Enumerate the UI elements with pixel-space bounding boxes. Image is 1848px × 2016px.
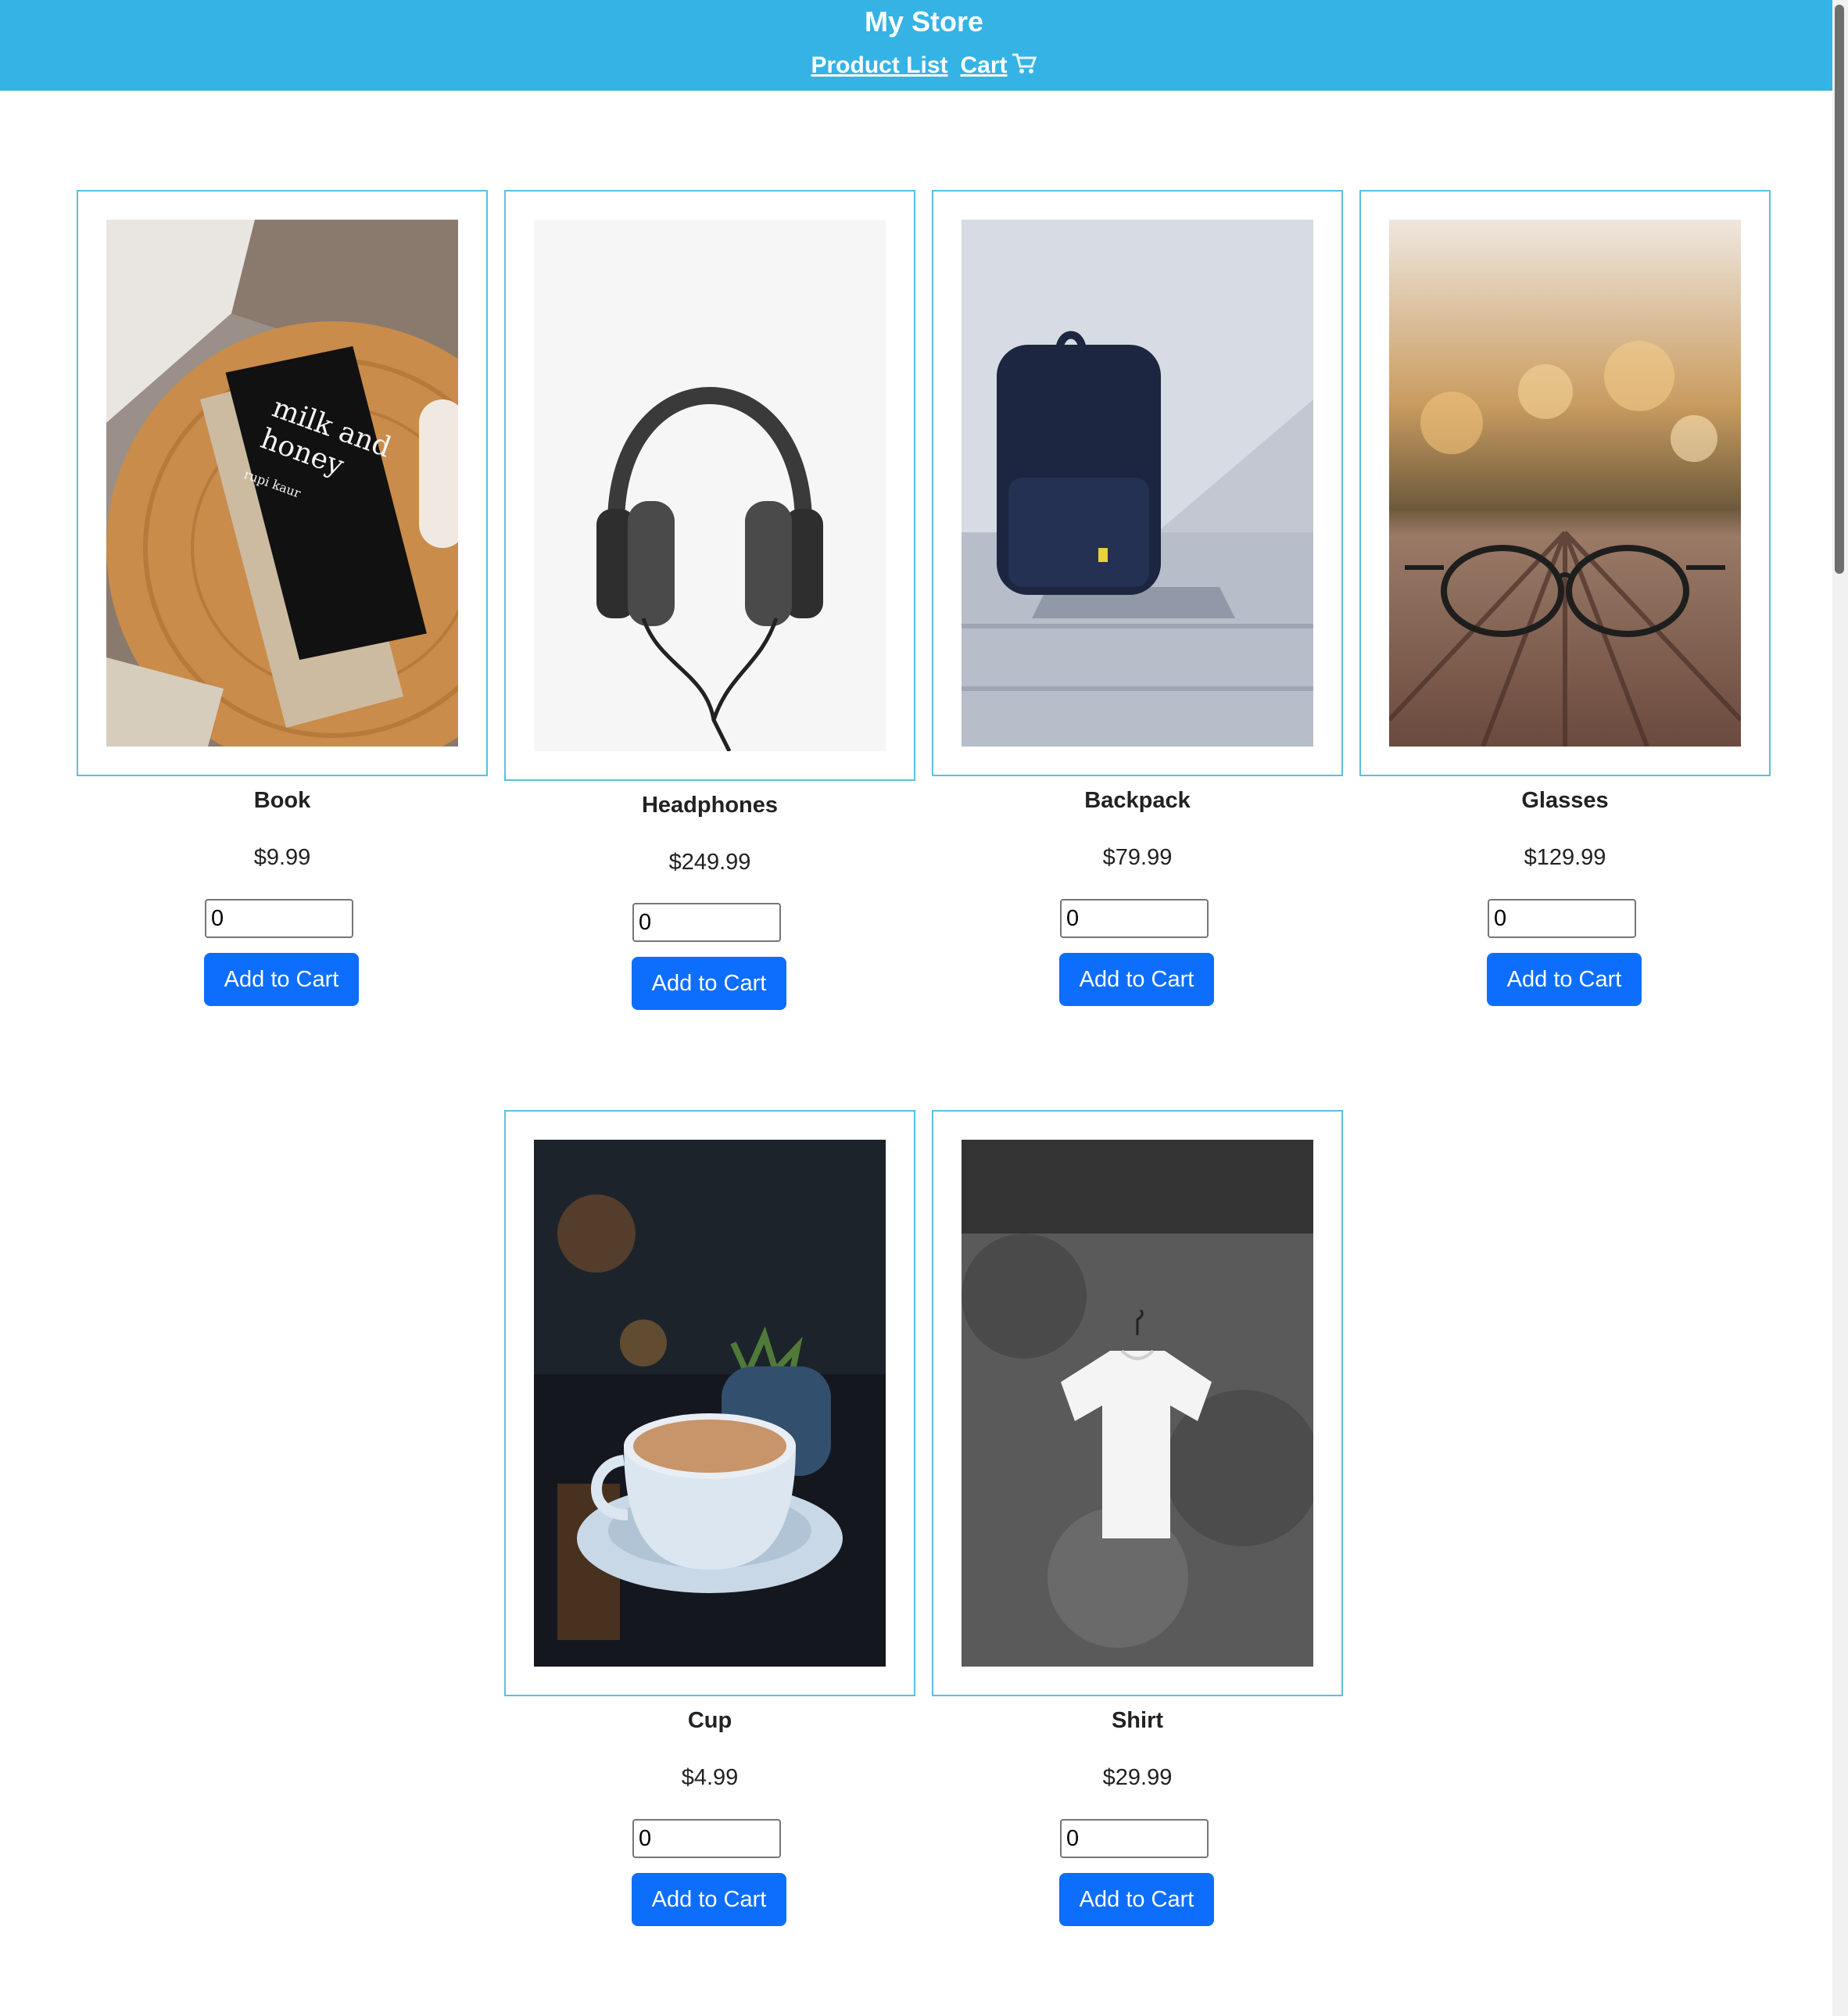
quantity-input[interactable]	[205, 899, 353, 938]
add-to-cart-button[interactable]: Add to Cart	[1059, 953, 1214, 1006]
product-price: $4.99	[681, 1765, 739, 1790]
backpack-photo	[962, 220, 1313, 747]
nav-product-list-link[interactable]: Product List	[811, 52, 947, 78]
store-title: My Store	[864, 5, 984, 38]
shirt-photo	[962, 1140, 1313, 1667]
product-image-frame	[932, 190, 1343, 776]
product-name: Cup	[687, 1708, 732, 1733]
scrollbar-thumb[interactable]	[1835, 5, 1844, 574]
product-price: $9.99	[253, 845, 311, 870]
product-name: Shirt	[1111, 1708, 1164, 1733]
add-to-cart-button[interactable]: Add to Cart	[1487, 953, 1642, 1006]
quantity-input[interactable]	[1488, 899, 1636, 938]
site-header: My Store Product List Cart	[0, 0, 1848, 91]
add-to-cart-button[interactable]: Add to Cart	[204, 953, 359, 1006]
add-to-cart-button[interactable]: Add to Cart	[632, 957, 786, 1010]
quantity-input[interactable]	[632, 903, 781, 942]
quantity-input[interactable]	[1060, 1819, 1209, 1858]
product-name: Glasses	[1521, 788, 1609, 813]
product-name: Book	[253, 788, 311, 813]
vertical-scrollbar[interactable]	[1832, 0, 1848, 2016]
nav-cart-label: Cart	[960, 52, 1008, 79]
book-photo: milk and honey rupi kaur	[106, 220, 458, 747]
product-image-frame	[504, 190, 915, 781]
product-image-frame	[1359, 190, 1771, 776]
product-price: $249.99	[668, 850, 751, 875]
product-image-frame	[504, 1110, 915, 1696]
product-image-frame	[932, 1110, 1343, 1696]
glasses-photo	[1389, 220, 1741, 747]
shopping-cart-icon	[1011, 52, 1037, 82]
product-name: Headphones	[641, 793, 779, 818]
product-price: $29.99	[1102, 1765, 1173, 1790]
product-name: Backpack	[1084, 788, 1191, 813]
product-image-frame: milk and honey rupi kaur	[77, 190, 488, 776]
quantity-input[interactable]	[1060, 899, 1209, 938]
add-to-cart-button[interactable]: Add to Cart	[1059, 1873, 1214, 1926]
nav-cart-link[interactable]: Cart	[961, 52, 1037, 78]
product-price: $129.99	[1524, 845, 1606, 870]
headphones-photo	[534, 220, 886, 751]
add-to-cart-button[interactable]: Add to Cart	[632, 1873, 786, 1926]
quantity-input[interactable]	[632, 1819, 781, 1858]
product-price: $79.99	[1102, 845, 1173, 870]
cup-photo	[534, 1140, 886, 1667]
main-nav: Product List Cart	[0, 52, 1848, 82]
